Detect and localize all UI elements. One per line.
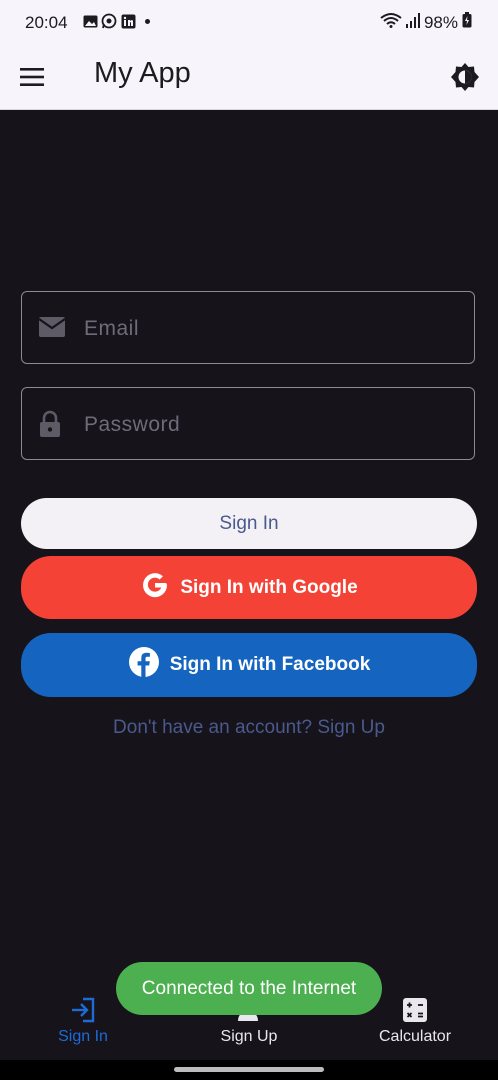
system-navigation-bar xyxy=(0,1060,498,1080)
theme-toggle-button[interactable] xyxy=(448,60,482,94)
mail-icon xyxy=(38,316,66,340)
signal-icon xyxy=(405,12,420,33)
nav-label-sign-in: Sign In xyxy=(58,1028,108,1045)
nav-label-calculator: Calculator xyxy=(378,1028,452,1045)
lock-icon xyxy=(38,410,66,437)
image-icon xyxy=(82,13,98,29)
app-title: My App xyxy=(94,57,191,89)
hamburger-menu-icon xyxy=(20,68,44,86)
google-button-label: Sign In with Google xyxy=(180,576,358,598)
whatsapp-icon xyxy=(101,13,117,29)
facebook-icon xyxy=(128,646,160,684)
brightness-icon xyxy=(451,63,479,91)
battery-percent: 98% xyxy=(423,12,458,32)
sign-up-link[interactable]: Don't have an account? Sign Up xyxy=(0,717,498,739)
email-field[interactable] xyxy=(21,291,475,365)
menu-button[interactable] xyxy=(18,63,54,91)
facebook-button-label: Sign In with Facebook xyxy=(169,654,371,675)
facebook-sign-in-button[interactable]: Sign In with Facebook xyxy=(21,633,477,697)
app-bar: My App xyxy=(0,46,498,110)
status-right: 98% xyxy=(380,12,472,33)
google-sign-in-button[interactable]: Sign In with Google xyxy=(21,556,477,619)
login-icon xyxy=(72,997,95,1023)
connectivity-toast: Connected to the Internet xyxy=(116,962,382,1015)
home-gesture-pill[interactable] xyxy=(174,1067,324,1072)
status-bar: 20:04 98% xyxy=(0,0,498,46)
sign-in-button-label: Sign In xyxy=(219,512,279,534)
password-input[interactable] xyxy=(82,388,464,461)
battery-icon xyxy=(462,12,472,33)
sign-in-button[interactable]: Sign In xyxy=(21,498,477,549)
status-time: 20:04 xyxy=(25,13,68,32)
calculator-icon xyxy=(403,998,427,1022)
email-input[interactable] xyxy=(82,292,464,365)
more-notifications-dot xyxy=(145,18,150,24)
linkedin-icon xyxy=(120,13,136,29)
password-field[interactable] xyxy=(21,387,475,461)
nav-label-sign-up: Sign Up xyxy=(220,1028,278,1045)
wifi-icon xyxy=(380,12,402,33)
notification-icons xyxy=(82,13,150,29)
google-icon xyxy=(140,570,170,606)
